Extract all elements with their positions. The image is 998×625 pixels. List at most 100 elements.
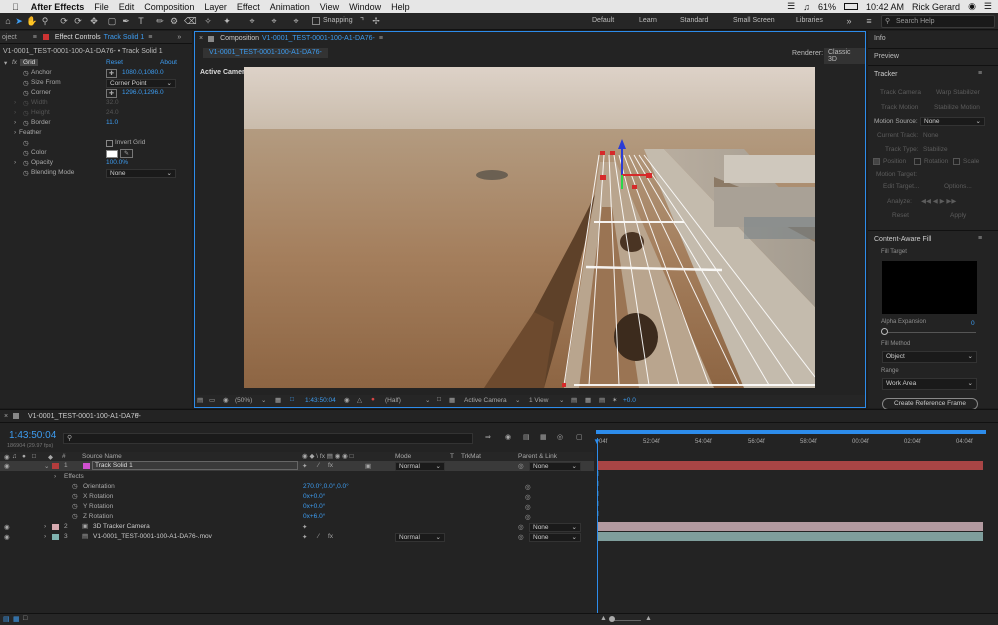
volume-icon[interactable]: ♫ [803,2,810,12]
alpha-slider-track[interactable] [884,332,976,333]
world-axis-icon[interactable]: ⌖ [268,15,280,27]
pan-behind-tool-icon[interactable]: ✥ [88,15,100,27]
eyedropper-icon[interactable]: ✎ [120,149,134,158]
menu-composition[interactable]: Composition [144,2,194,12]
always-preview-icon[interactable]: ▤ [197,396,203,404]
in-out-toggle-icon[interactable]: □ [23,615,27,622]
property-value[interactable]: 270.0°,0.0°,0.0° [303,483,349,490]
playhead-handle[interactable]: ▼ [593,437,601,446]
zoom-slider-thumb[interactable] [609,616,615,622]
composition-tab-name[interactable]: V1-0001_TEST-0001-100-A1-DA76- [262,35,375,42]
current-time[interactable]: 1:43:50:04 [305,397,336,404]
crosshair-icon[interactable]: ✚ [106,89,118,98]
switches-column-icons[interactable]: ◉ ◆ \ fx ▤ ◉ ◉ □ [302,452,354,460]
camera-dropdown[interactable]: Active Camera [464,397,507,404]
stopwatch-icon[interactable]: ◷ [23,159,29,167]
menu-animation[interactable]: Animation [270,2,310,12]
border-value[interactable]: 11.0 [106,119,118,126]
parent-dropdown[interactable]: None ⌄ [529,462,581,471]
workspace-learn[interactable]: Learn [639,17,657,24]
expand-arrow-icon[interactable]: › [14,109,16,116]
app-menu[interactable]: After Effects [31,2,85,12]
panel-menu-icon[interactable]: ≡ [379,35,383,42]
reset-link[interactable]: Reset [106,59,123,66]
stopwatch-icon[interactable]: ◷ [23,79,29,87]
monitor-icon[interactable]: ▭ [209,396,215,404]
trkmat-column[interactable]: TrkMat [461,453,481,460]
apply-button[interactable]: Apply [950,212,966,219]
menu-effect[interactable]: Effect [237,2,260,12]
track-motion-button[interactable]: Track Motion [881,104,918,111]
exposure-value[interactable]: +0.0 [623,397,636,404]
stopwatch-icon[interactable]: ◷ [23,139,29,147]
keyframe-marker[interactable]: I [597,491,599,498]
property-value[interactable]: 0x+0.0° [303,503,325,510]
time-ruler[interactable]: 04f 52:04f 54:04f 56:04f 58:04f 00:04f 0… [596,426,986,452]
panel-menu-icon[interactable]: ≡ [978,235,982,242]
layer-bar[interactable] [598,532,983,541]
flowchart-tab[interactable]: V1-0001_TEST-0001-100-A1-DA76- [203,48,328,58]
workspace-libraries[interactable]: Libraries [796,17,823,24]
source-name-column[interactable]: Source Name [82,453,122,460]
chevron-down-icon[interactable]: ⌄ [515,396,520,404]
shy-switch-icon[interactable]: ✦ [302,523,307,531]
size-from-dropdown[interactable]: Corner Point ⌄ [106,79,176,88]
keyframe-marker[interactable]: I [597,481,599,488]
expand-arrow-icon[interactable]: › [44,523,46,530]
composition-viewer[interactable] [244,67,815,388]
mode-column[interactable]: Mode [395,453,411,460]
zoom-tool-icon[interactable]: ⚲ [39,15,51,27]
stopwatch-icon[interactable]: ◷ [23,69,29,77]
mask-visibility-icon[interactable]: □ [290,396,294,403]
menu-help[interactable]: Help [391,2,410,12]
expand-arrow-icon[interactable]: › [14,99,16,106]
effect-controls-layer[interactable]: Track Solid 1 [104,34,145,41]
fast-draft-icon[interactable]: ▤ [599,396,605,404]
mode-dropdown[interactable]: Normal ⌄ [395,462,445,471]
stopwatch-icon[interactable]: ◷ [72,492,78,500]
layer-label-color[interactable] [52,524,59,530]
quality-switch-icon[interactable]: ∕ [318,533,319,540]
snap-feather-icon[interactable]: ✢ [370,15,382,27]
transparency-grid-icon[interactable]: ▦ [449,396,455,404]
stabilize-motion-button[interactable]: Stabilize Motion [934,104,980,111]
options-button[interactable]: Options... [944,183,972,190]
wifi-icon[interactable]: ☰ [787,1,795,12]
workspace-standard[interactable]: Standard [680,17,708,24]
region-of-interest-icon[interactable]: □ [437,396,441,403]
expand-arrow-icon[interactable]: ▾ [4,59,7,67]
pickwhip-icon[interactable]: ◎ [518,523,524,531]
stopwatch-icon[interactable]: ◷ [23,169,29,177]
lock-icon[interactable] [42,34,49,40]
workspace-default[interactable]: Default [592,17,614,24]
draft-3d-icon[interactable]: ◉ [505,433,511,441]
alpha-expansion-value[interactable]: 0 [971,320,975,327]
stopwatch-icon[interactable]: ◷ [72,512,78,520]
renderer-button[interactable]: Classic 3D [824,48,865,64]
track-type-value[interactable]: Stabilize [923,146,948,153]
snapshot-icon[interactable]: ◉ [344,396,350,404]
layer-row[interactable]: ◉ › 3 ▤ V1-0001_TEST-0001-100-A1-DA76-.m… [0,532,594,542]
layer-bar[interactable] [598,461,983,470]
eye-icon[interactable]: ◉ [4,523,10,531]
channel-icon[interactable]: ● [371,396,375,403]
keyframe-marker[interactable]: I [597,471,599,478]
layer-name[interactable]: Track Solid 1 [92,461,298,470]
stopwatch-icon[interactable]: ◷ [23,89,29,97]
layer-row[interactable]: ◉ ⌄ 1 Track Solid 1 ✦ ∕ fx ▣ Normal ⌄ ◎ N… [0,461,594,471]
menu-edit[interactable]: Edit [119,2,135,12]
effect-name[interactable]: Grid [20,59,39,66]
expand-arrow-icon[interactable]: › [44,533,46,540]
eye-icon[interactable]: ◉ [4,462,10,470]
timeline-tab[interactable]: V1-0001_TEST-0001-100-A1-DA76- [28,413,141,420]
work-area-bar[interactable] [596,430,986,434]
keyframe-marker[interactable]: I [597,501,599,508]
layer-row[interactable]: ◉ › 2 ▣ 3D Tracker Camera ✦ ◎ None ⌄ [0,522,594,532]
puppet-tool-icon[interactable]: ✦ [221,15,233,27]
layer-bar[interactable] [598,522,983,531]
apple-icon[interactable]:  [12,2,19,12]
toggle-pixel-icon[interactable]: ▤ [571,396,577,404]
lock-switch-icon[interactable]: □ [32,453,36,460]
snap-edge-icon[interactable]: ⌝ [356,15,368,27]
rectangle-tool-icon[interactable]: ▢ [106,15,118,27]
